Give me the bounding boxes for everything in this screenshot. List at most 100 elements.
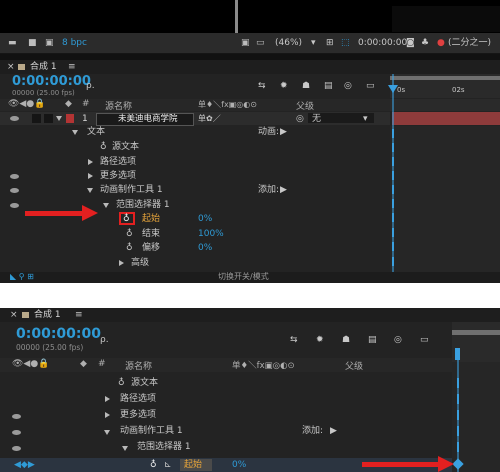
tab-menu-icon[interactable]: ≡ [68, 61, 76, 73]
pickwhip-icon[interactable]: ◎ [296, 113, 304, 125]
layer-row[interactable]: 1 未美迪电商学院 单✿／ ◎ 无 ▾ [0, 112, 390, 126]
fit-icon[interactable]: ⊞ [326, 37, 334, 49]
work-area-bar[interactable] [452, 330, 500, 335]
frame-blend-icon[interactable]: ▤ [368, 334, 377, 346]
playhead-handle-icon[interactable] [388, 85, 398, 93]
layer-expand-icon[interactable] [56, 116, 62, 121]
frame-blend-icon[interactable]: ▤ [324, 80, 333, 92]
composition-flow-icon[interactable]: ⇆ [258, 80, 266, 92]
keyframe-marker[interactable] [392, 129, 394, 138]
work-area-bar[interactable] [390, 76, 500, 80]
keyframe-nav-icon[interactable]: ◀◆▶ [14, 459, 35, 471]
solo-box[interactable] [32, 114, 41, 123]
keyframe-marker[interactable] [392, 143, 394, 152]
keyframe-marker[interactable] [392, 257, 394, 266]
import-icon[interactable]: ■ [28, 37, 37, 49]
keyframe-marker[interactable] [457, 442, 459, 452]
animator-expand-icon[interactable] [87, 188, 93, 193]
search-input[interactable]: ρ. [100, 334, 109, 346]
timeline-track-area[interactable] [390, 126, 500, 272]
zoom-dropdown-icon[interactable]: ▾ [311, 37, 316, 49]
timeline-timecode[interactable]: 0:00:00:00 [12, 74, 91, 90]
footer-icons[interactable]: ◣ ⚲ ⊞ [10, 271, 34, 283]
col-source-name[interactable]: 源名称 [105, 99, 132, 112]
layer-switches[interactable]: 单✿／ [198, 113, 221, 125]
graph-editor-icon[interactable]: ▭ [366, 80, 375, 92]
shy-icon[interactable]: ☗ [302, 80, 310, 92]
tab-comp1[interactable]: 合成 1 [34, 309, 61, 321]
keyframe-marker[interactable] [392, 242, 394, 251]
add-menu-icon[interactable]: ▶ [280, 184, 287, 196]
start-stopwatch-icon[interactable]: ♁ [150, 459, 157, 471]
end-stopwatch-icon[interactable]: ♁ [126, 228, 133, 240]
col-parent[interactable]: 父级 [345, 359, 363, 372]
stopwatch-icon[interactable]: ♁ [100, 141, 107, 153]
path-options-expand-icon[interactable] [105, 396, 110, 402]
draft3d-icon[interactable]: ✹ [280, 80, 288, 92]
eye-icon[interactable] [12, 430, 21, 435]
bpc-label[interactable]: 8 bpc [62, 37, 87, 49]
more-options-expand-icon[interactable] [88, 173, 93, 179]
path-options-expand-icon[interactable] [88, 159, 93, 165]
draft3d-icon[interactable]: ✹ [316, 334, 324, 346]
region-icon[interactable]: ⬚ [341, 37, 350, 49]
close-tab-icon[interactable]: × [7, 61, 15, 73]
start-stopwatch-icon[interactable]: ♁ [123, 213, 130, 225]
start-value[interactable]: 0% [232, 459, 246, 471]
keyframe-marker[interactable] [457, 426, 459, 436]
motion-blur-icon[interactable]: ◎ [344, 80, 352, 92]
label-color-swatch[interactable] [66, 114, 74, 123]
toggle-switches-modes[interactable]: 切换开关/模式 [218, 271, 269, 283]
eye-icon[interactable] [12, 446, 21, 451]
offset-stopwatch-icon[interactable]: ♁ [126, 242, 133, 254]
always-preview-icon[interactable]: ▣ [241, 37, 250, 49]
eye-icon[interactable] [10, 203, 19, 208]
monitor-icon[interactable]: ▭ [256, 37, 265, 49]
range-selector-expand-icon[interactable] [103, 203, 109, 208]
channel-icon[interactable]: ♣ [421, 37, 429, 49]
add-menu-icon[interactable]: ▶ [330, 425, 337, 437]
search-input[interactable]: ρ. [86, 80, 95, 92]
range-selector-expand-icon[interactable] [122, 446, 128, 451]
close-tab-icon[interactable]: × [10, 309, 18, 321]
col-source-name[interactable]: 源名称 [125, 359, 152, 372]
eye-icon[interactable] [10, 116, 19, 121]
animate-menu-icon[interactable]: ▶ [280, 126, 287, 138]
keyframe-marker[interactable] [392, 199, 394, 208]
view-resolution[interactable]: (二分之一) [448, 37, 491, 49]
parent-dropdown-arrow-icon[interactable]: ▾ [363, 113, 368, 125]
col-parent[interactable]: 父级 [296, 99, 314, 112]
layer-name[interactable]: 未美迪电商学院 [118, 113, 178, 125]
keyframe-marker[interactable] [392, 213, 394, 222]
keyframe-marker[interactable] [392, 157, 394, 166]
viewer-timecode[interactable]: 0:00:00:00 [358, 37, 407, 49]
keyframe-marker[interactable] [457, 378, 459, 388]
eye-icon[interactable] [10, 188, 19, 193]
motion-blur-icon[interactable]: ◎ [394, 334, 402, 346]
offset-value[interactable]: 0% [198, 242, 212, 254]
advanced-expand-icon[interactable] [119, 260, 124, 266]
eye-icon[interactable] [12, 414, 21, 419]
layer-duration-bar[interactable] [392, 112, 500, 125]
keyframe-marker[interactable] [392, 185, 394, 194]
folder-icon[interactable]: ▬ [8, 37, 17, 49]
more-options-expand-icon[interactable] [105, 412, 110, 418]
shy-icon[interactable]: ☗ [342, 334, 350, 346]
keyframe-marker[interactable] [457, 394, 459, 404]
keyframe-marker[interactable] [457, 410, 459, 420]
stopwatch-icon[interactable]: ♁ [118, 377, 125, 389]
graph-icon[interactable]: ⊾ [164, 459, 172, 471]
time-ruler[interactable]: 0s 02s [390, 74, 500, 98]
zoom-level[interactable]: (46%) [275, 37, 302, 49]
lock-box[interactable] [44, 114, 53, 123]
flowchart-icon[interactable]: ▣ [45, 37, 54, 49]
tab-comp1[interactable]: 合成 1 [30, 61, 57, 73]
keyframe-marker[interactable] [392, 228, 394, 237]
color-icon[interactable]: ● [437, 37, 445, 49]
parent-value[interactable]: 无 [312, 113, 321, 125]
camera-icon[interactable]: ◙ [406, 37, 415, 49]
end-value[interactable]: 100% [198, 228, 224, 240]
start-value[interactable]: 0% [198, 213, 212, 225]
keyframe-marker[interactable] [392, 171, 394, 180]
timeline-track-area[interactable] [452, 362, 500, 472]
